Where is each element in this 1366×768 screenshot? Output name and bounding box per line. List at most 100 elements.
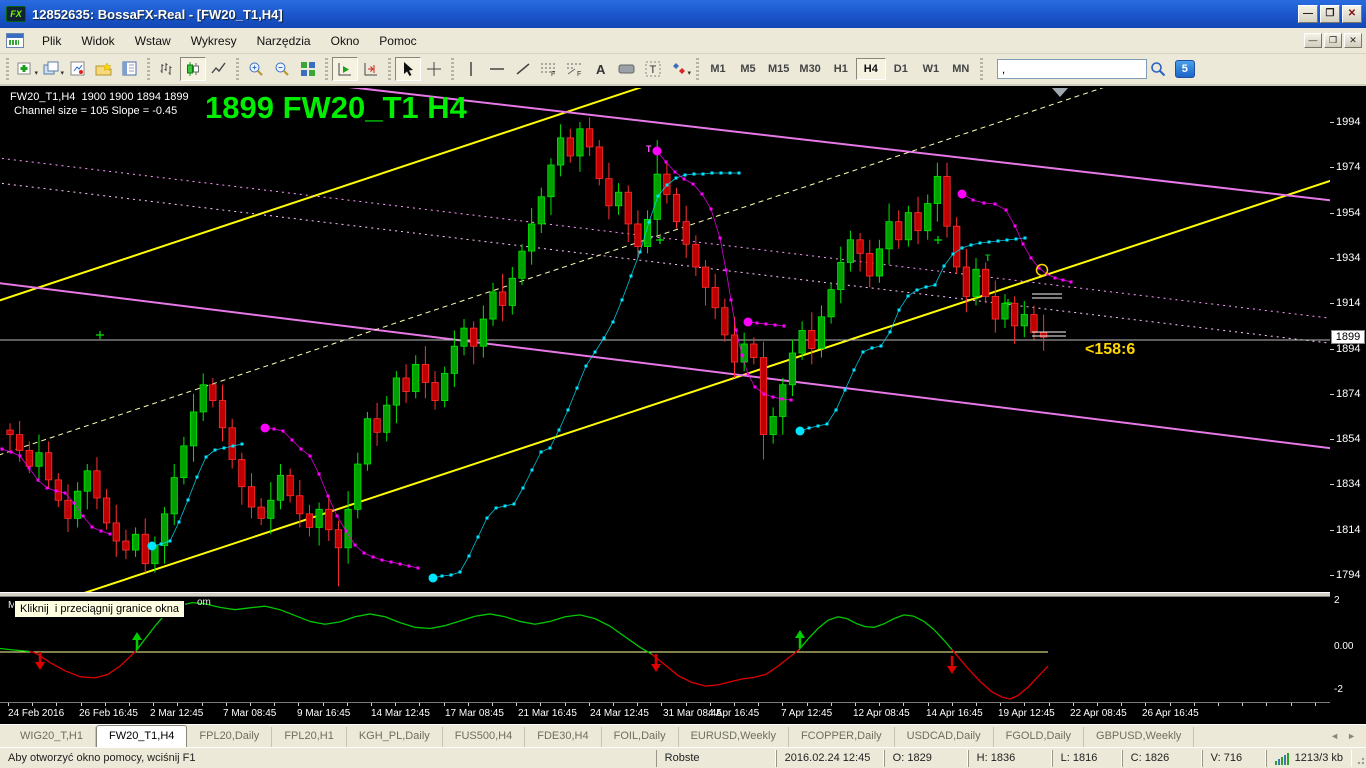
menu-item-narzędzia[interactable]: Narzędzia [247, 30, 321, 52]
toolbar-grip[interactable] [977, 58, 985, 80]
toolbar-grip[interactable] [449, 58, 456, 80]
momentum-indicator-chart[interactable] [0, 597, 1330, 702]
status-quote-panels: 2016.02.24 12:45 O: 1829 H: 1836 L: 1816 C: … [775, 749, 1266, 767]
price-axis-label: 1994 [1336, 116, 1361, 128]
timeframe-m5-button[interactable]: M5 [733, 58, 763, 80]
arrows-shapes-button[interactable]: ▾ [666, 57, 692, 81]
chart-tab-usdcad[interactable]: USDCAD,Daily [895, 727, 994, 747]
text-button[interactable]: A [588, 57, 614, 81]
navigator-button[interactable] [117, 57, 143, 81]
chart-tab-kgh_pl[interactable]: KGH_PL,Daily [347, 727, 443, 747]
account-name: Robste [655, 749, 776, 767]
search-input[interactable] [996, 59, 1147, 79]
svg-text:F: F [551, 71, 555, 77]
price-axis-label: 1874 [1336, 387, 1361, 400]
app-logo-text: FX [10, 9, 22, 19]
indicator-label-fragment: om [197, 597, 211, 608]
current-price-label: 1899 [1331, 330, 1365, 345]
indicator-axis-label: 0.00 [1334, 641, 1354, 652]
time-axis-label: 26 Feb 16:45 [79, 708, 138, 719]
vertical-line-button[interactable] [458, 57, 484, 81]
horizontal-line-button[interactable] [484, 57, 510, 81]
application-window: FX 12852635: BossaFX-Real - [FW20_T1,H4]… [0, 0, 1366, 768]
toolbar-grip[interactable] [234, 58, 241, 80]
price-axis[interactable]: 1994 1974 1954 1934 1914 1894 1874 1854 1834 1814… [1330, 86, 1366, 724]
toolbar-grip[interactable] [323, 58, 330, 80]
minimize-button[interactable]: — [1298, 5, 1318, 23]
menu-item-widok[interactable]: Widok [71, 30, 124, 52]
menu-item-plik[interactable]: Plik [32, 30, 71, 52]
timeframe-h4-button[interactable]: H4 [855, 58, 886, 80]
menu-item-pomoc[interactable]: Pomoc [369, 30, 426, 52]
time-axis-label: 7 Mar 08:45 [223, 708, 277, 719]
child-restore-button[interactable]: ❐ [1324, 33, 1342, 48]
zoom-out-button[interactable] [269, 57, 295, 81]
search-icon[interactable] [1147, 57, 1169, 81]
chart-tab-bar: WIG20_T,H1 FW20_T1,H4 FPL20,Daily FPL20,H1 K… [0, 724, 1366, 747]
new-chart-button[interactable]: ▾ [13, 57, 39, 81]
resize-grip[interactable] [1352, 749, 1366, 767]
candlestick-type-button[interactable] [180, 57, 206, 81]
menu-items: Plik Widok Wstaw Wykresy Narzędzia Okno Pomoc [32, 30, 427, 52]
bar-chart-type-button[interactable] [154, 57, 180, 81]
timeframe-d1-button[interactable]: D1 [886, 58, 916, 80]
crosshair-button[interactable] [421, 57, 447, 81]
child-close-button[interactable]: ✕ [1344, 33, 1362, 48]
menu-item-wykresy[interactable]: Wykresy [181, 30, 247, 52]
timeframe-mn-button[interactable]: MN [946, 58, 976, 80]
chart-tab-foil[interactable]: FOIL,Daily [602, 727, 679, 747]
chart-area[interactable]: TT FW20_T1,H4 1900 1900 1894 1899 Channe… [0, 86, 1366, 724]
time-axis-label: 21 Mar 16:45 [518, 708, 577, 719]
main-chart[interactable]: TT [0, 88, 1330, 592]
tab-scroll-right-button[interactable]: ► [1347, 731, 1356, 741]
toolbar-grip[interactable] [145, 58, 152, 80]
toolbar-grip[interactable] [4, 58, 11, 80]
chart-tab-eurusd[interactable]: EURUSD,Weekly [679, 727, 789, 747]
trendline-button[interactable] [510, 57, 536, 81]
menu-item-okno[interactable]: Okno [321, 30, 370, 52]
timeframe-w1-button[interactable]: W1 [916, 58, 946, 80]
menu-item-wstaw[interactable]: Wstaw [125, 30, 181, 52]
tab-scroll-left-button[interactable]: ◄ [1330, 731, 1339, 741]
time-axis-label: 14 Mar 12:45 [371, 708, 430, 719]
chart-tab-fde30[interactable]: FDE30,H4 [525, 727, 602, 747]
chart-tab-fw20_t1[interactable]: FW20_T1,H4 [95, 725, 188, 747]
timeframe-m30-button[interactable]: M30 [794, 58, 825, 80]
chart-tab-fgold[interactable]: FGOLD,Daily [994, 727, 1085, 747]
network-traffic-icon [1274, 752, 1289, 765]
chart-tab-wig20_t[interactable]: WIG20_T,H1 [8, 727, 96, 747]
fibo-retracement-button[interactable]: F [536, 57, 562, 81]
text-frame-button[interactable]: T [640, 57, 666, 81]
chart-tab-fpl20[interactable]: FPL20,Daily [187, 727, 273, 747]
fibo-channel-button[interactable]: F [562, 57, 588, 81]
chart-tab-fcopper[interactable]: FCOPPER,Daily [789, 727, 895, 747]
notifications-badge[interactable]: 5 [1174, 60, 1195, 78]
close-button[interactable]: ✕ [1342, 5, 1362, 23]
chart-tab-gbpusd[interactable]: GBPUSD,Weekly [1084, 727, 1195, 747]
chart-tab-fus500[interactable]: FUS500,H4 [443, 727, 526, 747]
price-axis-label: 1934 [1336, 251, 1361, 264]
cursor-button[interactable] [395, 57, 421, 81]
channel-info-readout: Channel size = 105 Slope = -0.45 [14, 105, 178, 117]
tile-windows-button[interactable] [295, 57, 321, 81]
time-axis[interactable]: 24 Feb 2016 26 Feb 16:45 2 Mar 12:45 7 Mar … [0, 702, 1366, 724]
line-chart-type-button[interactable] [206, 57, 232, 81]
timeframe-m1-button[interactable]: M1 [703, 58, 733, 80]
toolbar-grip[interactable] [694, 58, 701, 80]
timeframe-m15-button[interactable]: M15 [763, 58, 794, 80]
child-minimize-button[interactable]: — [1304, 33, 1322, 48]
market-watch-button[interactable] [65, 57, 91, 81]
maximize-button[interactable]: ❐ [1320, 5, 1340, 23]
toolbar-grip[interactable] [386, 58, 393, 80]
profiles-button[interactable]: ▾ [39, 57, 65, 81]
auto-scroll-button[interactable] [332, 57, 358, 81]
zoom-in-button[interactable] [243, 57, 269, 81]
chart-shift-button[interactable] [358, 57, 384, 81]
price-axis-label: 1834 [1336, 478, 1361, 491]
chart-tab-fpl20[interactable]: FPL20,H1 [272, 727, 347, 747]
text-label-button[interactable] [614, 57, 640, 81]
favorites-button[interactable] [91, 57, 117, 81]
time-axis-label: 7 Apr 12:45 [781, 708, 833, 719]
traffic-panel: 1213/3 kb [1265, 749, 1352, 767]
timeframe-h1-button[interactable]: H1 [826, 58, 856, 80]
